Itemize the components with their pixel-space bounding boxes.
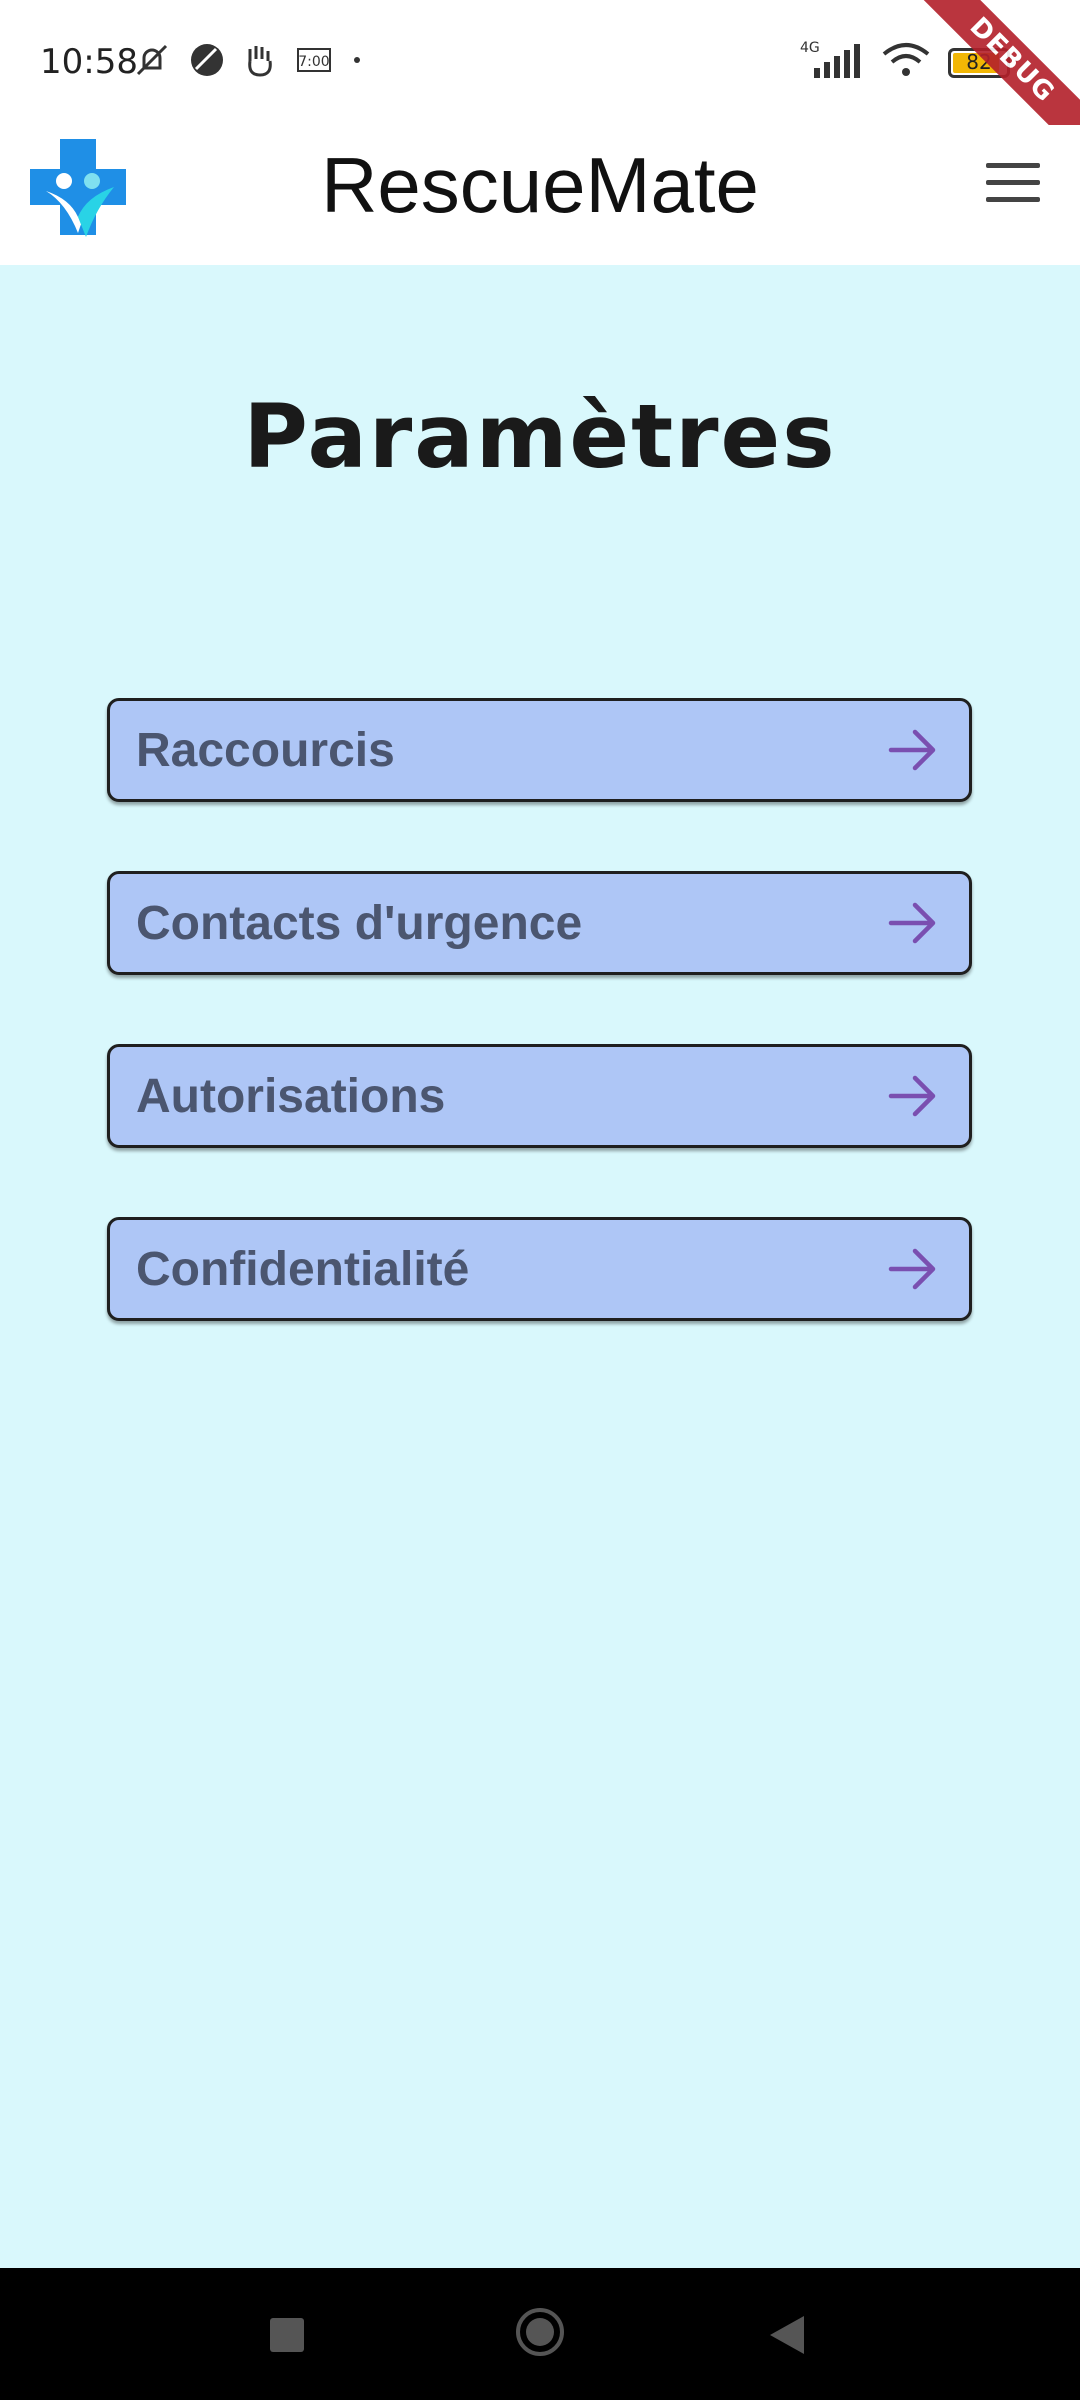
settings-item-contacts-urgence[interactable]: Contacts d'urgence xyxy=(107,871,972,975)
app-bar: RescueMate xyxy=(0,125,1080,265)
network-type-label: 4G xyxy=(800,40,820,56)
settings-item-label: Autorisations xyxy=(136,1069,446,1123)
settings-item-label: Contacts d'urgence xyxy=(136,896,583,950)
arrow-right-icon xyxy=(888,1248,936,1290)
settings-item-label: Raccourcis xyxy=(136,723,395,777)
settings-screen: Paramètres Raccourcis Contacts d'urgence… xyxy=(0,265,1080,2268)
system-nav-bar xyxy=(0,2268,1080,2400)
recent-apps-icon[interactable] xyxy=(270,2318,304,2352)
settings-item-raccourcis[interactable]: Raccourcis xyxy=(107,698,972,802)
svg-text:7:00: 7:00 xyxy=(298,54,329,70)
arrow-right-icon xyxy=(888,1075,936,1117)
arrow-right-icon xyxy=(888,902,936,944)
settings-item-autorisations[interactable]: Autorisations xyxy=(107,1044,972,1148)
arrow-right-icon xyxy=(888,729,936,771)
status-time: 10:58 xyxy=(40,42,138,82)
settings-item-label: Confidentialité xyxy=(136,1242,470,1296)
alarm-icon: 7:00 xyxy=(294,41,334,84)
app-title: RescueMate xyxy=(321,141,759,229)
page-title: Paramètres xyxy=(243,385,837,488)
moon-icon xyxy=(188,41,226,84)
home-icon[interactable] xyxy=(516,2308,564,2356)
hamburger-menu-icon[interactable] xyxy=(986,163,1040,207)
mute-icon xyxy=(132,40,172,85)
dot-icon xyxy=(350,53,364,72)
wifi-icon xyxy=(880,40,932,85)
settings-list: Raccourcis Contacts d'urgence Autorisati… xyxy=(107,698,972,1390)
back-icon[interactable] xyxy=(770,2316,804,2354)
status-icons-left: 7:00 xyxy=(132,40,364,85)
signal-icon: 4G xyxy=(794,38,864,87)
settings-item-confidentialite[interactable]: Confidentialité xyxy=(107,1217,972,1321)
status-bar: 10:58 7:00 4G 82 DEBUG xyxy=(0,0,1080,159)
hand-icon xyxy=(242,41,278,84)
